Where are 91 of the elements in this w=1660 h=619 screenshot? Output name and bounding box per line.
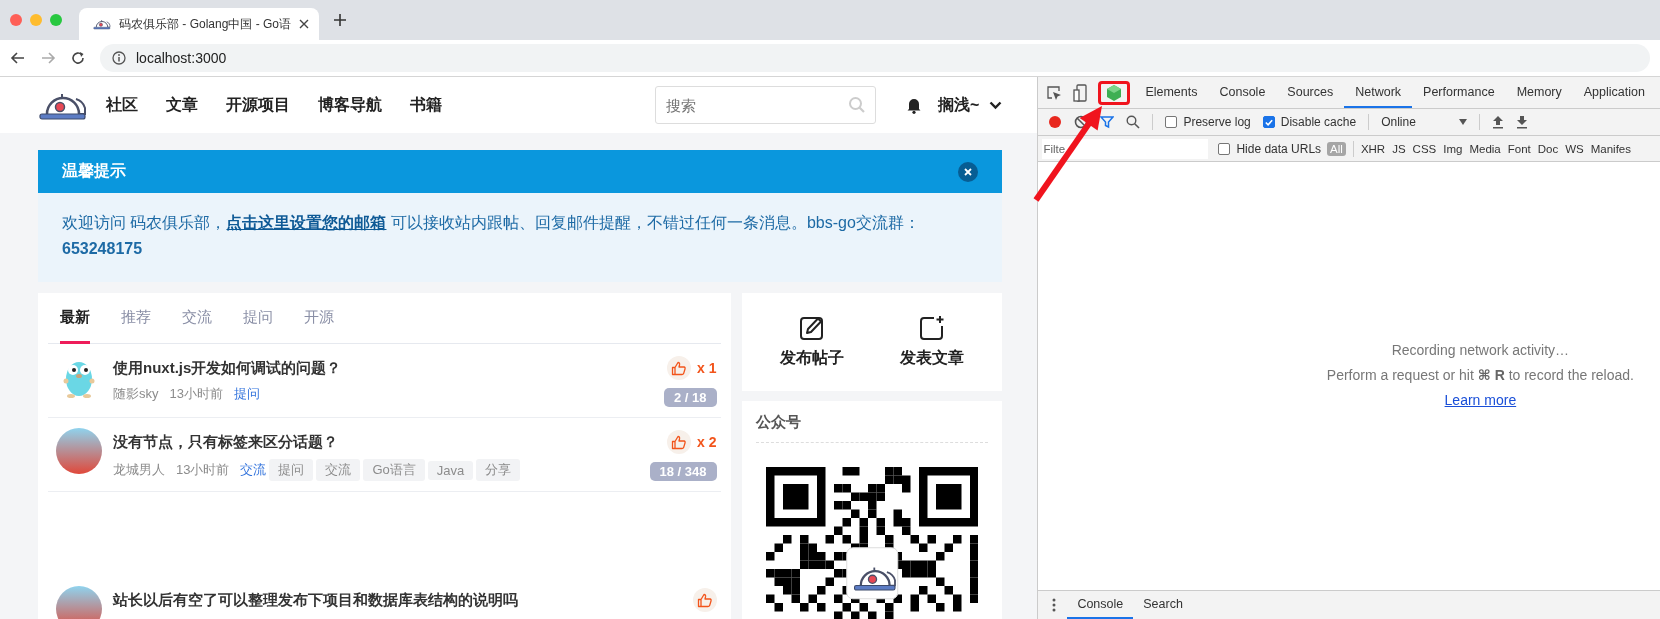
close-icon[interactable] bbox=[299, 19, 310, 29]
devtools-tab[interactable]: Console bbox=[1208, 77, 1277, 108]
post-time: 13小时前 bbox=[176, 461, 230, 479]
info-icon[interactable] bbox=[112, 51, 126, 65]
resource-type-filter[interactable]: CSS bbox=[1412, 141, 1437, 156]
more-options-icon[interactable] bbox=[1052, 598, 1057, 612]
new-tab-icon[interactable] bbox=[333, 13, 348, 27]
reload-icon[interactable] bbox=[70, 50, 86, 66]
bell-icon[interactable] bbox=[906, 96, 923, 114]
reply-count-badge: 18 / 348 bbox=[649, 462, 717, 481]
drawer-tab[interactable]: Search bbox=[1133, 591, 1193, 619]
devtools-tab[interactable]: Elements bbox=[1134, 77, 1209, 108]
thumbs-up-icon bbox=[671, 360, 688, 376]
preserve-log-checkbox[interactable] bbox=[1165, 116, 1178, 128]
inspect-element-icon[interactable] bbox=[1046, 84, 1063, 101]
node-link[interactable]: 提问 bbox=[233, 385, 260, 403]
edit-icon bbox=[798, 315, 825, 341]
reply-count-badge: 2 / 18 bbox=[664, 388, 717, 407]
upload-icon[interactable] bbox=[1492, 115, 1505, 129]
author-name[interactable]: 龙城男人 bbox=[113, 461, 165, 479]
back-icon[interactable] bbox=[10, 50, 26, 66]
feed-tab[interactable]: 最新 bbox=[60, 293, 90, 344]
like-button[interactable] bbox=[667, 430, 692, 454]
resource-type-filter[interactable]: Manifes bbox=[1590, 141, 1631, 156]
cap-icon bbox=[93, 18, 111, 30]
new-post-button[interactable]: 发布帖子 bbox=[779, 315, 844, 369]
address-bar[interactable]: localhost:3000 bbox=[100, 44, 1650, 72]
record-icon[interactable] bbox=[1048, 115, 1063, 129]
post-time: 13小时前 bbox=[169, 385, 223, 403]
notice-title: 温馨提示 bbox=[62, 161, 126, 181]
hexagon-icon[interactable] bbox=[1106, 83, 1123, 102]
filter-icon[interactable] bbox=[1100, 115, 1115, 129]
status-message: Recording network activity… bbox=[1391, 342, 1570, 358]
topic-title[interactable]: 站长以后有空了可以整理发布下项目和数据库表结构的说明吗 bbox=[113, 590, 682, 610]
nav-link[interactable]: 文章 bbox=[166, 94, 198, 116]
close-window-button[interactable] bbox=[10, 14, 22, 26]
tab-title: 码农俱乐部 - Golang中国 - Go语 bbox=[119, 15, 292, 33]
avatar[interactable] bbox=[56, 428, 102, 474]
device-toolbar-icon[interactable] bbox=[1073, 83, 1088, 102]
author-name[interactable]: 随影sky bbox=[113, 385, 159, 403]
filter-field[interactable]: Filte bbox=[1042, 138, 1209, 159]
resource-type-filter[interactable]: JS bbox=[1392, 141, 1406, 156]
hide-data-urls-checkbox[interactable] bbox=[1218, 142, 1231, 155]
disable-cache-checkbox[interactable] bbox=[1262, 116, 1275, 128]
search-icon[interactable] bbox=[1126, 115, 1141, 129]
resource-type-filter[interactable]: Doc bbox=[1537, 141, 1559, 156]
devtools-tab[interactable]: Sources bbox=[1276, 77, 1345, 108]
new-article-button[interactable]: 发表文章 bbox=[899, 315, 964, 369]
resource-type-filter[interactable]: Img bbox=[1443, 141, 1463, 156]
like-count: x 2 bbox=[697, 434, 717, 450]
topic-title[interactable]: 使用nuxt.js开发如何调试的问题？ bbox=[113, 358, 653, 378]
node-link[interactable]: 交流 bbox=[240, 461, 267, 479]
nav-link[interactable]: 书籍 bbox=[410, 94, 442, 116]
throttling-select[interactable]: Online bbox=[1381, 115, 1468, 129]
thumbs-up-icon bbox=[696, 592, 713, 608]
browser-tab[interactable]: 码农俱乐部 - Golang中国 - Go语 bbox=[79, 8, 320, 40]
add-document-icon bbox=[918, 315, 945, 341]
forward-icon[interactable] bbox=[40, 50, 56, 66]
topic-title[interactable]: 没有节点，只有标签来区分话题？ bbox=[113, 432, 639, 452]
checkbox-label: Disable cache bbox=[1280, 115, 1357, 129]
checkbox-label: Preserve log bbox=[1183, 115, 1251, 129]
thumbs-up-icon bbox=[671, 434, 688, 450]
like-count: x 1 bbox=[697, 360, 717, 376]
email-settings-link[interactable]: 点击这里设置您的邮箱 bbox=[226, 214, 387, 231]
checkbox-label: Hide data URLs bbox=[1236, 141, 1322, 156]
nav-link[interactable]: 博客导航 bbox=[318, 94, 382, 116]
close-button[interactable] bbox=[958, 161, 979, 182]
learn-more-link[interactable]: Learn more bbox=[1444, 392, 1517, 408]
devtools-tab[interactable]: Application bbox=[1572, 77, 1656, 108]
nav-link[interactable]: 社区 bbox=[106, 94, 138, 116]
resource-type-filter[interactable]: WS bbox=[1565, 141, 1584, 156]
avatar[interactable] bbox=[56, 586, 102, 619]
close-icon bbox=[964, 167, 973, 176]
user-name[interactable]: 搁浅~ bbox=[938, 94, 980, 116]
nav-link[interactable]: 开源项目 bbox=[226, 94, 290, 116]
download-icon[interactable] bbox=[1516, 115, 1529, 129]
resource-type-filter[interactable]: Font bbox=[1507, 141, 1531, 156]
search-field[interactable]: 搜索 bbox=[655, 86, 877, 124]
resource-type-filter[interactable]: Media bbox=[1469, 141, 1501, 156]
devtools-tab[interactable]: Performance bbox=[1412, 77, 1506, 108]
url-text: localhost:3000 bbox=[136, 50, 227, 66]
notice-message: 欢迎访问 码农俱乐部，点击这里设置您的邮箱 可以接收站内跟帖、回复邮件提醒，不错过任何一条消息。bbs-go交流群：653248175 bbox=[62, 213, 921, 259]
hint-text: Perform a request or hit ⌘ R to record the reload. bbox=[1326, 367, 1634, 383]
caret-icon bbox=[1459, 119, 1468, 125]
card-title: 公众号 bbox=[755, 413, 989, 443]
chevron-down-icon[interactable] bbox=[989, 100, 1003, 110]
resource-type-filter[interactable]: XHR bbox=[1360, 141, 1386, 156]
devtools-tab[interactable]: Memory bbox=[1505, 77, 1573, 108]
like-button[interactable] bbox=[667, 356, 692, 380]
drawer-tab[interactable]: Console bbox=[1067, 591, 1134, 619]
like-button[interactable] bbox=[692, 588, 717, 612]
